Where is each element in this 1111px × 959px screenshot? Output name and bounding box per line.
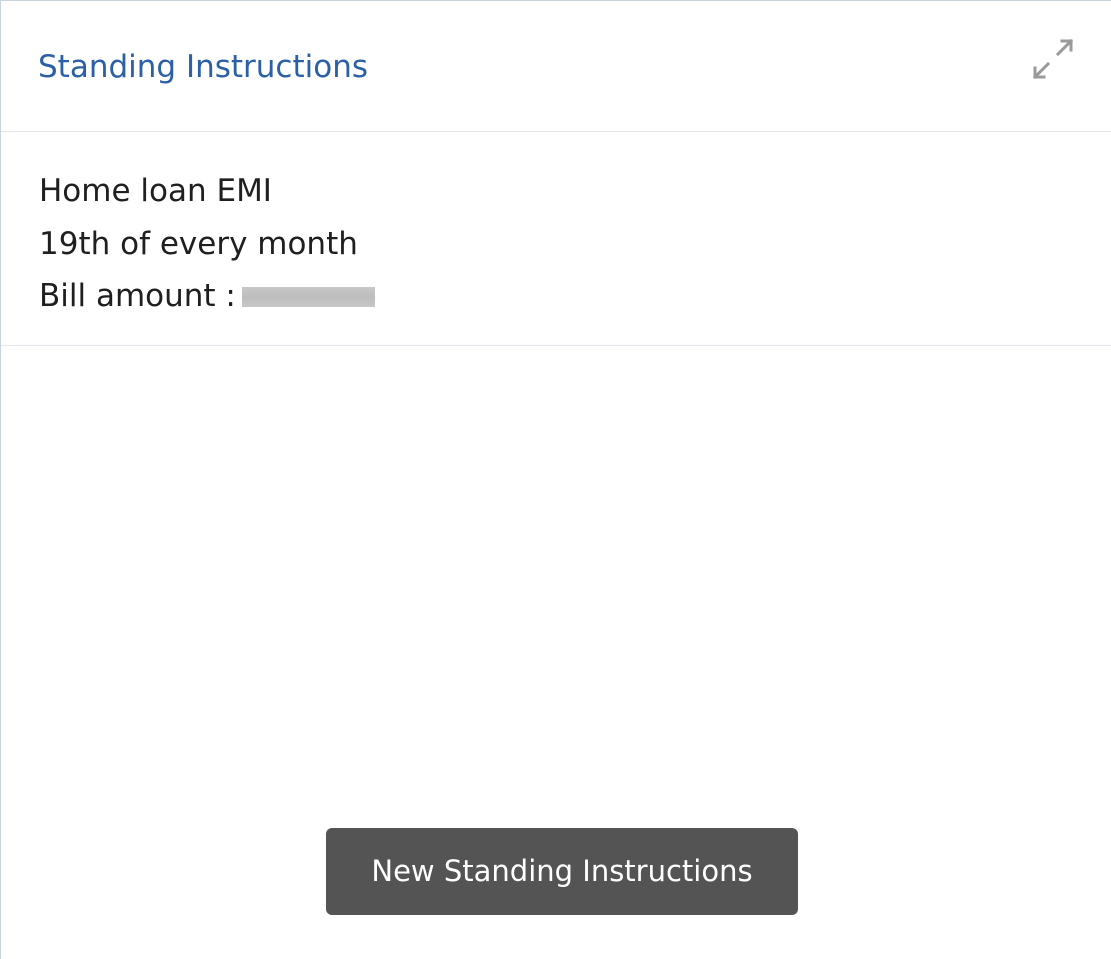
instruction-schedule: 19th of every month <box>39 226 358 262</box>
expand-arrows-icon <box>1032 38 1074 80</box>
standing-instruction-item[interactable]: Home loan EMI 19th of every month Bill a… <box>1 132 1111 346</box>
bill-amount-label: Bill amount : <box>39 278 236 314</box>
new-standing-instructions-button[interactable]: New Standing Instructions <box>326 828 798 915</box>
card-header: Standing Instructions <box>1 1 1111 132</box>
standing-instructions-card: Standing Instructions Home loan EMI 19th… <box>0 0 1111 959</box>
expand-icon[interactable] <box>1028 34 1078 84</box>
bill-amount-row: Bill amount : <box>39 274 375 318</box>
card-title: Standing Instructions <box>38 49 369 85</box>
instruction-name: Home loan EMI <box>39 173 272 209</box>
masked-amount <box>241 287 375 307</box>
